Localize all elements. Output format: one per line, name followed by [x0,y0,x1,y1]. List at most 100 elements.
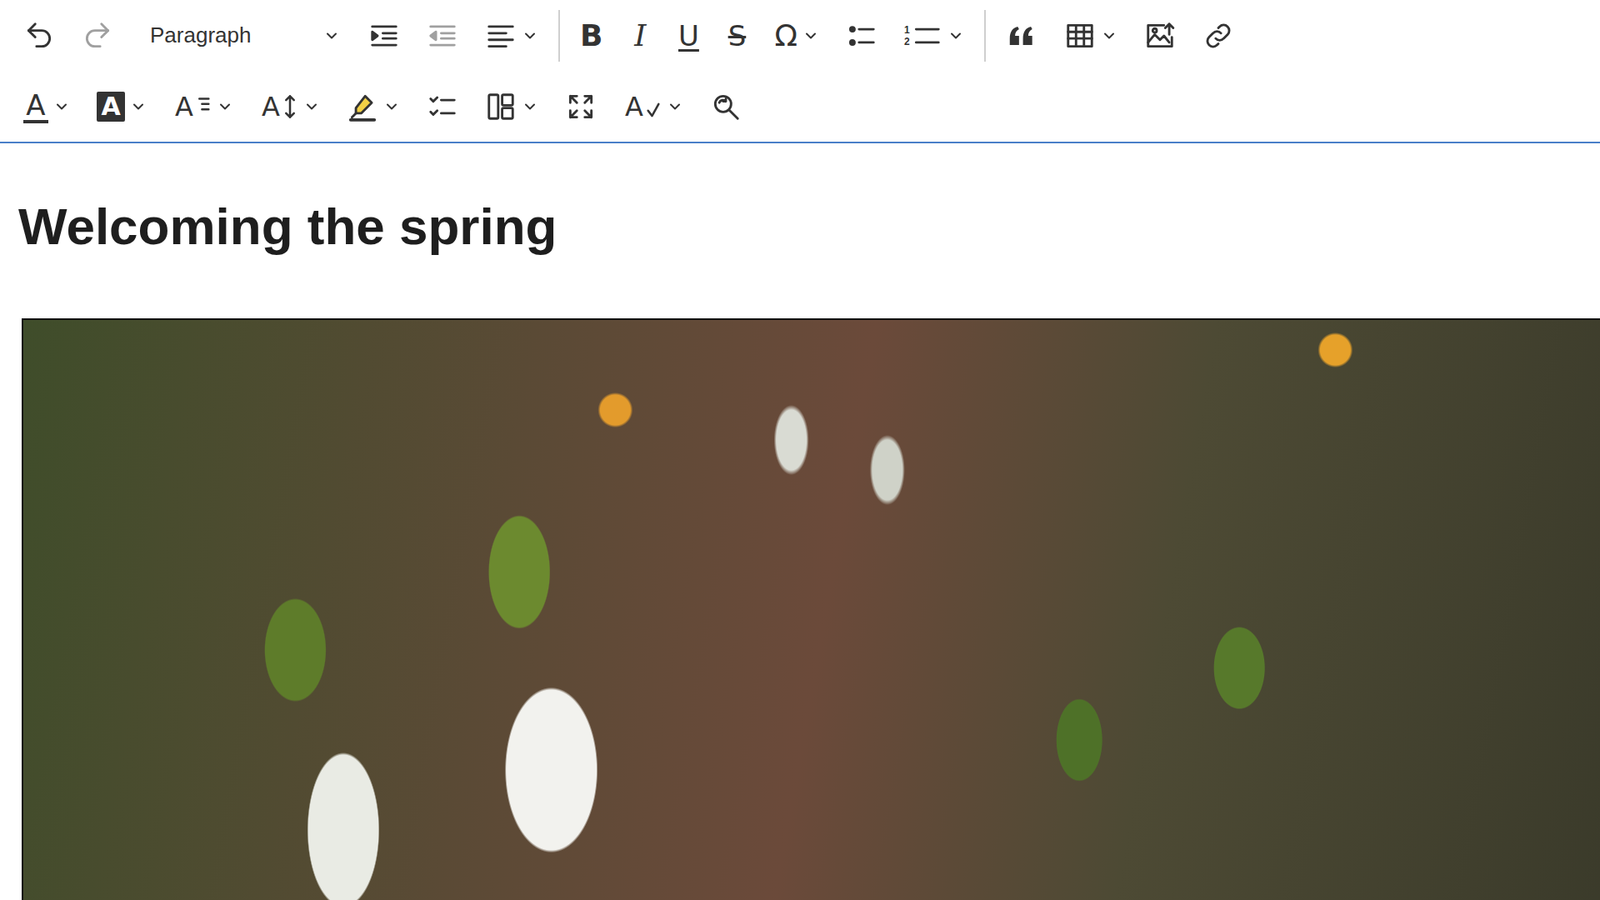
indent-icon [368,20,400,52]
block-quote-glyph [1005,20,1038,52]
outdent-button[interactable] [418,15,467,57]
toolbar-row: AAAAA [15,70,1600,142]
editor-content[interactable]: Welcoming the spring [0,143,1600,900]
list-number: 2 [904,35,910,48]
strikethrough-label: S [725,19,748,53]
redo-glyph [81,20,114,52]
font-family-label: A [173,90,195,124]
todo-list-button[interactable] [418,85,467,128]
highlight-glyph [346,90,379,123]
font-family-icon [195,90,212,123]
highlight-icon [346,90,379,123]
special-characters-glyph: Ω [774,19,798,53]
background-color-label: A [96,91,125,122]
find-replace-button[interactable] [701,85,750,128]
insert-table-glyph [1064,20,1096,52]
insert-image-glyph [1144,20,1176,52]
background-color-glyph: A [96,91,125,122]
list-number: 1 [904,24,910,36]
underline-glyph: U [677,19,700,53]
chevron-down-icon[interactable] [130,98,147,115]
italic-glyph: I [629,19,651,53]
link-glyph [1202,20,1235,52]
strikethrough-glyph: S [725,19,748,53]
spellcheck-button[interactable]: A [615,85,692,129]
bold-label: B [580,19,603,53]
list-numbers: 12 [904,24,910,48]
chevron-down-icon[interactable] [53,98,70,115]
toolbar-separator [984,10,986,62]
snowdrops-image[interactable] [21,318,1600,900]
align-glyph [485,20,517,52]
spellcheck-glyph: A [623,90,662,124]
strikethrough-button[interactable]: S [717,14,756,58]
numbered-list-glyph: 12 [904,20,943,52]
highlight-button[interactable] [338,85,409,128]
todo-list-icon [426,90,459,123]
font-size-glyph: A [260,90,299,124]
chevron-down-icon[interactable] [666,98,684,115]
special-characters-button[interactable]: Ω [765,14,828,58]
underline-label: U [677,19,700,53]
fullscreen-button[interactable] [556,85,605,128]
find-replace-icon [710,90,742,123]
heading-select-label: Paragraph [150,22,251,49]
block-quote-icon [1005,20,1038,52]
font-size-button[interactable]: A [251,85,329,129]
document-heading[interactable]: Welcoming the spring [18,196,1600,257]
font-color-button[interactable]: A [15,85,79,129]
outdent-glyph [426,20,459,52]
chevron-down-icon[interactable] [323,27,340,45]
chevron-down-icon[interactable] [216,98,234,115]
block-quote-button[interactable] [997,15,1046,57]
chevron-down-icon[interactable] [383,98,400,115]
chevron-down-icon[interactable] [303,98,320,115]
italic-button[interactable]: I [620,14,660,58]
link-button[interactable] [1194,15,1243,57]
numbered-list-icon [910,20,943,52]
chevron-down-icon[interactable] [521,98,539,115]
chevron-down-icon[interactable] [802,27,820,45]
indent-button[interactable] [360,15,409,57]
align-icon [485,20,517,52]
bold-button[interactable]: B [571,14,611,58]
chevron-down-icon[interactable] [947,27,965,45]
background-color-button[interactable]: A [88,86,155,127]
italic-label: I [629,19,651,53]
redo-button[interactable] [73,15,122,57]
heading-select[interactable]: Paragraph [131,15,350,56]
toolbar-separator [558,10,560,62]
spellcheck-icon [645,90,662,123]
indent-glyph [368,20,400,52]
chevron-down-icon[interactable] [521,27,539,45]
font-family-button[interactable]: A [165,85,242,129]
numbered-list-button[interactable]: 12 [895,15,973,57]
toolbar: Paragraph BIUSΩ 12 A A A A A [0,0,1600,144]
insert-table-button[interactable] [1055,15,1126,57]
layout-button[interactable] [476,85,547,128]
insert-image-button[interactable] [1135,15,1185,57]
insert-image-icon [1144,20,1176,52]
undo-button[interactable] [15,15,64,57]
bulleted-list-glyph [845,20,878,52]
bold-glyph: B [580,19,603,53]
heading-select-glyph: Paragraph [150,22,251,49]
find-replace-glyph [710,90,742,123]
font-size-icon [281,90,299,123]
font-family-glyph: A [173,90,212,124]
fullscreen-glyph [565,90,597,123]
toolbar-row: Paragraph BIUSΩ 12 [15,0,1600,71]
font-color-glyph: A [23,90,49,124]
fullscreen-icon [565,90,597,123]
spellcheck-label: A [623,90,645,124]
align-button[interactable] [476,15,547,57]
special-characters-label: Ω [774,19,798,53]
todo-list-glyph [426,90,459,123]
undo-icon [23,20,55,52]
underline-button[interactable]: U [669,14,708,58]
layout-icon [485,90,517,123]
bulleted-list-button[interactable] [837,15,886,57]
chevron-down-icon[interactable] [1100,27,1118,45]
insert-table-icon [1064,20,1096,52]
layout-glyph [485,90,517,123]
